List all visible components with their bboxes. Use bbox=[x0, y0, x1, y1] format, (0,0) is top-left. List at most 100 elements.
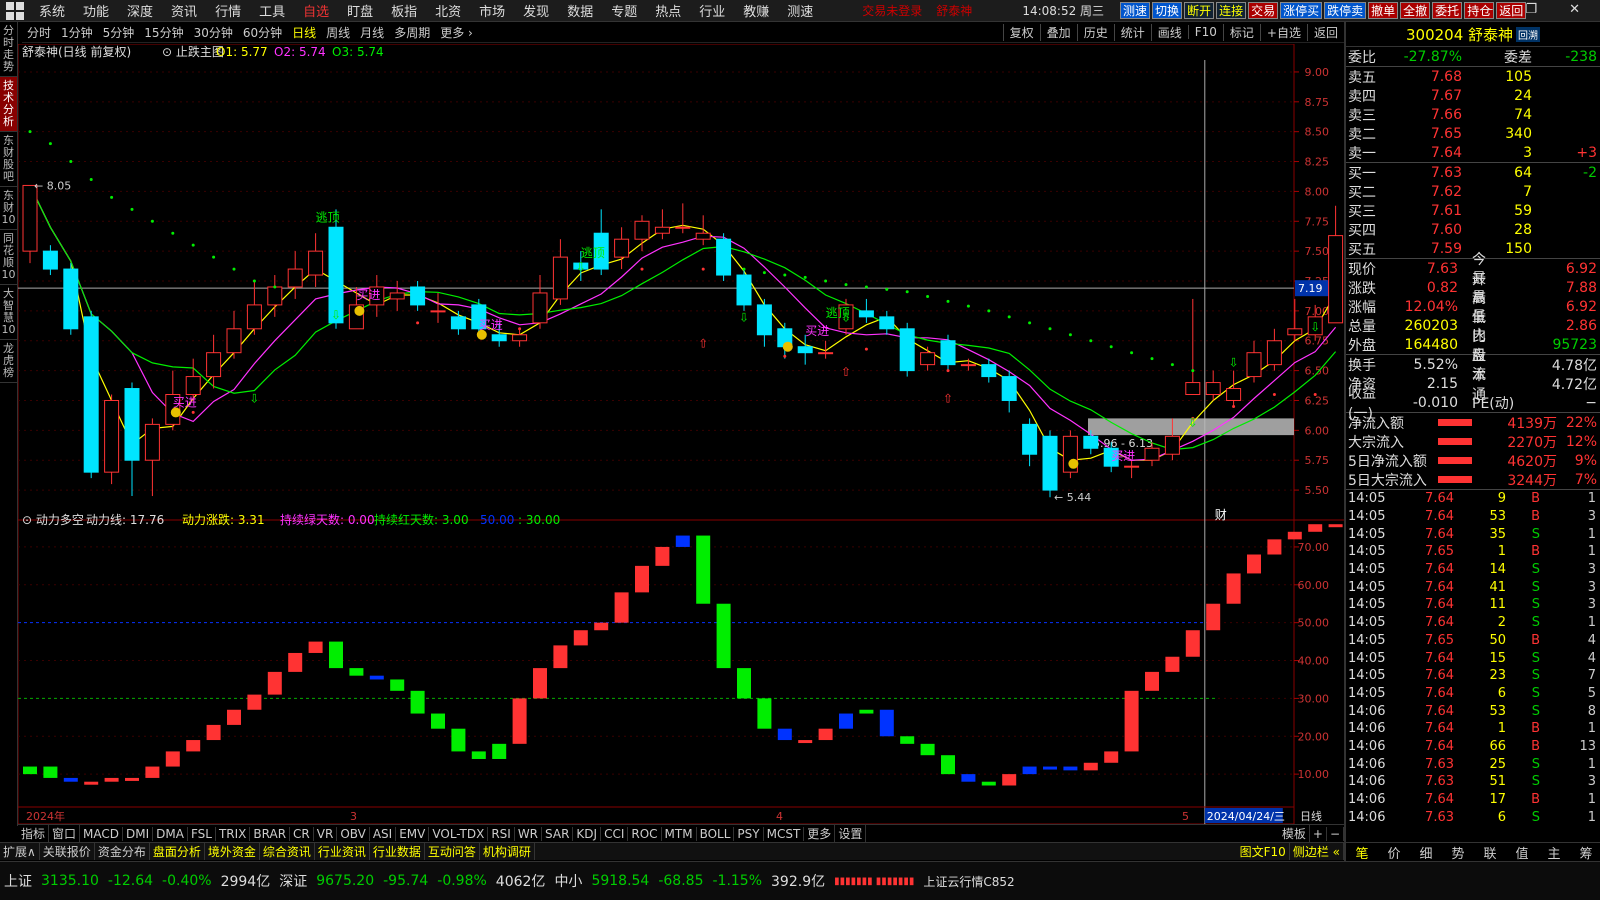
tick-row[interactable]: 14:05 7.65 1 B 1 bbox=[1346, 543, 1600, 561]
menu-item[interactable]: 行情 bbox=[206, 1, 250, 20]
trade-button[interactable]: 测速 bbox=[1120, 2, 1151, 19]
ext-tab[interactable]: 互动问答 bbox=[425, 843, 480, 860]
level-price[interactable]: 7.68 bbox=[1380, 69, 1462, 85]
quote-tab[interactable]: 主 bbox=[1538, 843, 1570, 862]
toolbar-button[interactable]: 标记 bbox=[1222, 23, 1260, 41]
indicator-tab[interactable]: VOL-TDX bbox=[429, 826, 489, 841]
zx-index-label[interactable]: 中小 bbox=[554, 871, 582, 891]
menu-item[interactable]: 工具 bbox=[250, 1, 294, 20]
ext-tab[interactable]: 关联报价 bbox=[40, 843, 95, 860]
tick-row[interactable]: 14:06 7.64 66 B 13 bbox=[1346, 738, 1600, 756]
trade-button[interactable]: 交易 bbox=[1248, 2, 1279, 19]
tick-row[interactable]: 14:06 7.64 17 B 1 bbox=[1346, 791, 1600, 809]
trade-button[interactable]: 涨停买 bbox=[1280, 2, 1323, 19]
indicator-tab[interactable]: 设置 bbox=[835, 825, 867, 842]
level-price[interactable]: 7.61 bbox=[1380, 203, 1462, 219]
tick-row[interactable]: 14:05 7.64 53 B 3 bbox=[1346, 508, 1600, 526]
indicator-tab[interactable]: TRIX bbox=[216, 826, 251, 841]
tick-row[interactable]: 14:06 7.64 53 S 8 bbox=[1346, 702, 1600, 720]
period-tab[interactable]: 60分钟 bbox=[238, 24, 287, 41]
menu-item[interactable]: 热点 bbox=[646, 1, 690, 20]
ext-tab[interactable]: 行业数据 bbox=[370, 843, 425, 860]
toolbar-button[interactable]: 统计 bbox=[1113, 23, 1151, 41]
ext-tab[interactable]: 盘面分析 bbox=[150, 843, 205, 860]
period-tab[interactable]: 日线 bbox=[287, 24, 321, 41]
level-price[interactable]: 7.62 bbox=[1380, 184, 1462, 200]
period-tab[interactable]: 30分钟 bbox=[189, 24, 238, 41]
tick-row[interactable]: 14:05 7.65 50 B 4 bbox=[1346, 632, 1600, 650]
window-controls[interactable]: — ❐ ✕ bbox=[1480, 2, 1594, 17]
indicator-tab[interactable]: DMA bbox=[153, 826, 188, 841]
indicator-tab[interactable]: − bbox=[1327, 826, 1344, 841]
indicator-tab[interactable]: DMI bbox=[123, 826, 154, 841]
tick-row[interactable]: 14:05 7.64 15 S 4 bbox=[1346, 649, 1600, 667]
tick-row[interactable]: 14:06 7.63 6 S 1 bbox=[1346, 808, 1600, 826]
tick-row[interactable]: 14:05 7.64 14 S 3 bbox=[1346, 561, 1600, 579]
sz-index-label[interactable]: 深证 bbox=[279, 871, 307, 891]
tick-list[interactable]: 14:05 7.64 9 B 1 14:05 7.64 53 B 3 14:05 7.64 35 S 1 14… bbox=[1346, 489, 1600, 826]
cloud-server[interactable]: 上证云行情C852 bbox=[923, 873, 1014, 890]
ext-tab[interactable]: 境外资金 bbox=[205, 843, 260, 860]
toolbar-button[interactable]: 历史 bbox=[1076, 23, 1114, 41]
left-tab[interactable]: 大智慧10 bbox=[0, 285, 17, 340]
tick-row[interactable]: 14:06 7.63 51 S 3 bbox=[1346, 773, 1600, 791]
menu-item[interactable]: 市场 bbox=[470, 1, 514, 20]
level-price[interactable]: 7.60 bbox=[1380, 222, 1462, 238]
indicator-tab[interactable]: PSY bbox=[734, 826, 764, 841]
trade-button[interactable]: 委托 bbox=[1432, 2, 1463, 19]
indicator-tab[interactable]: MTM bbox=[662, 826, 697, 841]
backtrack-badge[interactable]: 回溯 bbox=[1516, 26, 1541, 42]
indicator-tab[interactable]: MCST bbox=[764, 826, 805, 841]
menu-item[interactable]: 北资 bbox=[426, 1, 470, 20]
trade-button[interactable]: 连接 bbox=[1216, 2, 1247, 19]
level-price[interactable]: 7.63 bbox=[1380, 165, 1462, 181]
ext-tab[interactable]: 机构调研 bbox=[480, 843, 535, 860]
indicator-tab[interactable]: ASI bbox=[370, 826, 397, 841]
level-price[interactable]: 7.67 bbox=[1380, 88, 1462, 104]
left-tab[interactable]: 龙虎榜 bbox=[0, 340, 17, 383]
sh-index-label[interactable]: 上证 bbox=[4, 871, 32, 891]
period-tab[interactable]: 分时 bbox=[22, 24, 56, 41]
menu-item[interactable]: 资讯 bbox=[162, 1, 206, 20]
menu-item[interactable]: 教赚 bbox=[734, 1, 778, 20]
toolbar-button[interactable]: F10 bbox=[1187, 25, 1223, 39]
ext-tab[interactable]: 扩展∧ bbox=[0, 843, 40, 860]
quote-tab[interactable]: 势 bbox=[1442, 843, 1474, 862]
left-tab[interactable]: 东财股吧 bbox=[0, 132, 17, 187]
trade-button[interactable]: 断开 bbox=[1184, 2, 1215, 19]
tick-row[interactable]: 14:05 7.64 23 S 7 bbox=[1346, 667, 1600, 685]
period-tab[interactable]: 1分钟 bbox=[56, 24, 98, 41]
trade-button[interactable]: 跌停卖 bbox=[1324, 2, 1367, 19]
kline-chart[interactable]: 5.505.756.006.256.506.757.007.257.507.75… bbox=[18, 44, 1344, 824]
left-tab[interactable]: 分时走势 bbox=[0, 22, 17, 77]
indicator-tab[interactable]: CCI bbox=[601, 826, 629, 841]
toolbar-button[interactable]: 复权 bbox=[1002, 23, 1040, 41]
trade-button[interactable]: 撤单 bbox=[1368, 2, 1399, 19]
indicator-tab[interactable]: EMV bbox=[396, 826, 430, 841]
tick-row[interactable]: 14:05 7.64 35 S 1 bbox=[1346, 525, 1600, 543]
trade-button[interactable]: 切换 bbox=[1152, 2, 1183, 19]
indicator-tab[interactable]: OBV bbox=[337, 826, 370, 841]
tick-row[interactable]: 14:06 7.63 25 S 1 bbox=[1346, 755, 1600, 773]
trade-button[interactable]: 全撤 bbox=[1400, 2, 1431, 19]
toolbar-button[interactable]: 返回 bbox=[1306, 23, 1344, 41]
indicator-tab[interactable]: 窗口 bbox=[49, 825, 81, 842]
quote-tab[interactable]: 联 bbox=[1474, 843, 1506, 862]
level-price[interactable]: 7.64 bbox=[1380, 145, 1462, 161]
indicator-tab[interactable]: MACD bbox=[80, 826, 124, 841]
period-tab[interactable]: 5分钟 bbox=[98, 24, 140, 41]
toolbar-button[interactable]: +自选 bbox=[1259, 23, 1307, 41]
ext-tab[interactable]: 综合资讯 bbox=[260, 843, 315, 860]
indicator-tab[interactable]: KDJ bbox=[573, 826, 602, 841]
indicator-tab[interactable]: SAR bbox=[542, 826, 574, 841]
period-tab[interactable]: 15分钟 bbox=[139, 24, 188, 41]
menu-item[interactable]: 盯盘 bbox=[338, 1, 382, 20]
indicator-tab[interactable]: FSL bbox=[188, 826, 216, 841]
indicator-tab[interactable]: RSI bbox=[488, 826, 515, 841]
quote-tab[interactable]: 值 bbox=[1506, 843, 1538, 862]
ext-tab[interactable]: 侧边栏 « bbox=[1290, 843, 1344, 860]
left-tab[interactable]: 同花顺10 bbox=[0, 230, 17, 285]
ext-tab[interactable]: 图文F10 bbox=[1237, 843, 1290, 860]
indicator-tab[interactable]: 指标 bbox=[18, 825, 50, 842]
menu-item[interactable]: 深度 bbox=[118, 1, 162, 20]
